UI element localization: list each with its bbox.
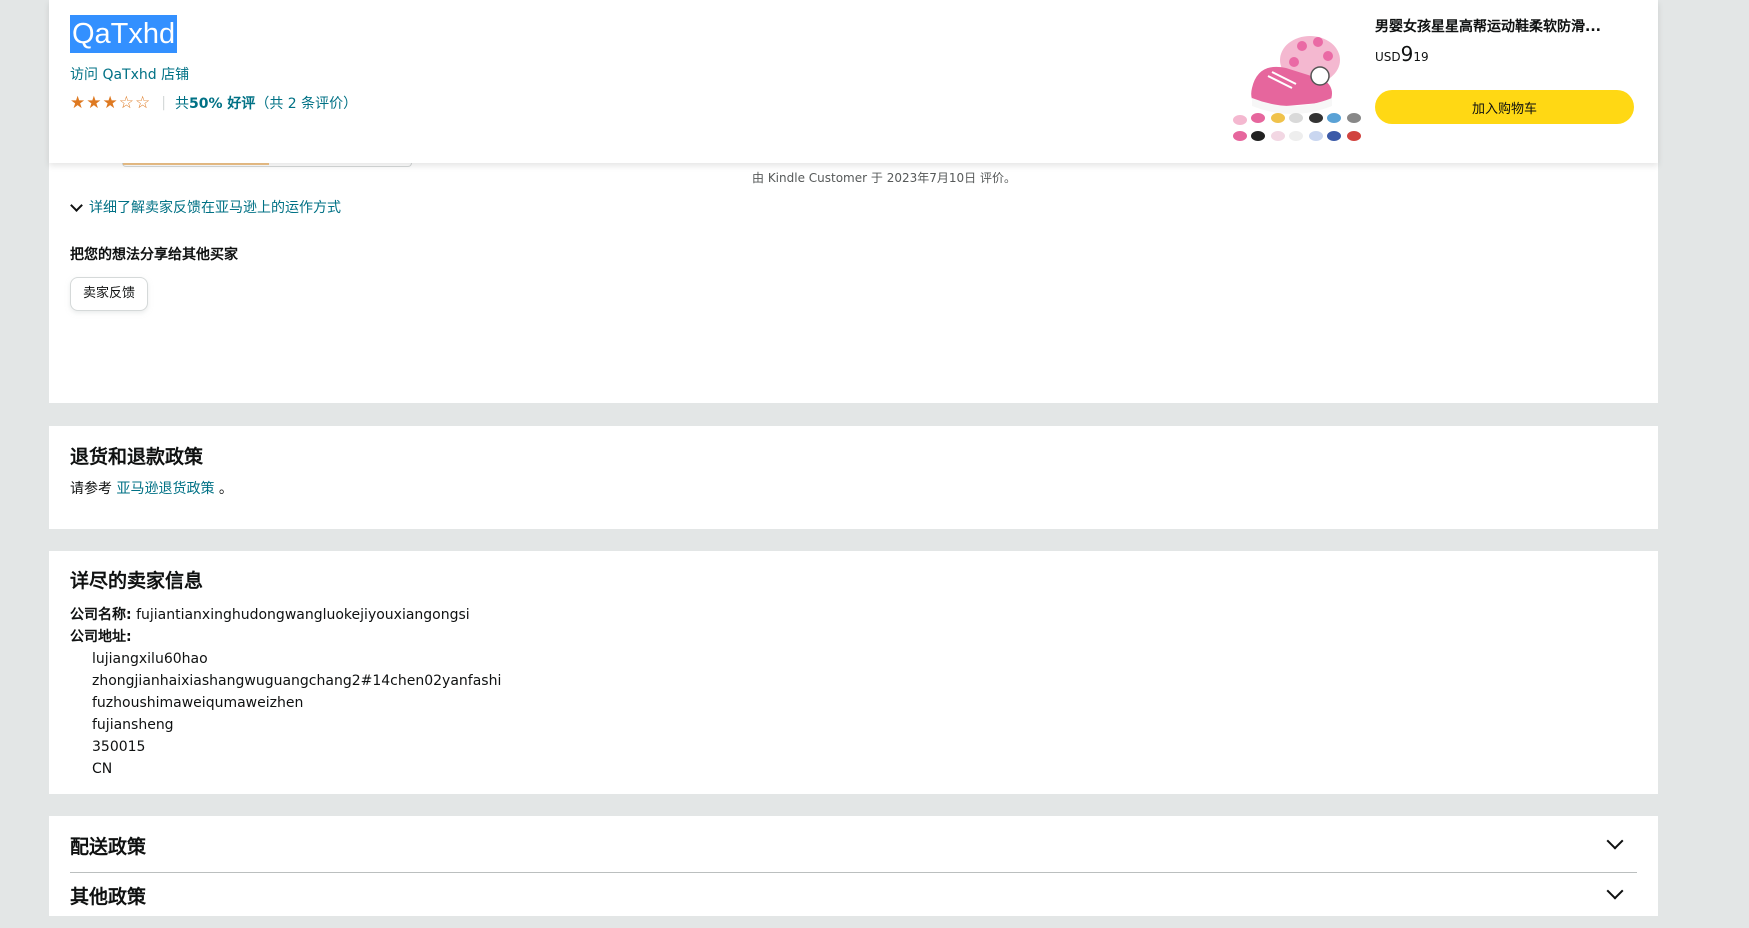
learn-more-expander[interactable]: 详细了解卖家反馈在亚马逊上的运作方式 bbox=[70, 197, 341, 217]
company-address-label: 公司地址: bbox=[70, 629, 132, 645]
seller-rating[interactable]: ★ ★ ★ ☆ ☆ | 共 50% 好评 （共 2 条评价） bbox=[70, 93, 357, 113]
address-line: CN bbox=[92, 761, 113, 777]
star-full-icon: ★ bbox=[102, 92, 118, 113]
shipping-policy-label: 配送政策 bbox=[70, 836, 147, 858]
address-line: lujiangxilu60hao bbox=[92, 651, 208, 667]
star-full-icon: ★ bbox=[86, 92, 102, 113]
address-line: fujiansheng bbox=[92, 717, 174, 733]
sticky-seller-header: QaTxhd 访问 QaTxhd 店铺 ★ ★ ★ ☆ ☆ | 共 50% 好评… bbox=[49, 0, 1658, 163]
price-currency: USD bbox=[1375, 50, 1401, 64]
seller-feedback-button[interactable]: 卖家反馈 bbox=[70, 277, 149, 311]
add-to-cart-button[interactable]: 加入购物车 bbox=[1375, 90, 1634, 124]
chevron-down-icon bbox=[70, 198, 83, 212]
seller-name: QaTxhd bbox=[70, 15, 178, 53]
learn-more-link[interactable]: 详细了解卖家反馈在亚马逊上的运作方式 bbox=[89, 197, 341, 217]
chevron-down-icon bbox=[1606, 882, 1624, 900]
seller-info: 公司名称: fujiantianxinghudongwangluokejiyou… bbox=[70, 604, 501, 780]
policies-card: 配送政策 其他政策 bbox=[49, 816, 1658, 916]
review-byline: 由 Kindle Customer 于 2023年7月10日 评价。 bbox=[752, 171, 1016, 185]
star-empty-icon: ☆ bbox=[118, 92, 134, 113]
shipping-policy-accordion[interactable]: 配送政策 bbox=[70, 816, 1637, 872]
feedback-card: 由 Kindle Customer 于 2023年7月10日 评价。 详细了解卖… bbox=[49, 150, 1658, 403]
price-fraction: 19 bbox=[1413, 50, 1429, 64]
other-policy-accordion[interactable]: 其他政策 bbox=[70, 872, 1637, 928]
rating-prefix[interactable]: 共 bbox=[175, 93, 189, 113]
product-title[interactable]: 男婴女孩星星高帮运动鞋柔软防滑... bbox=[1375, 16, 1637, 36]
company-name-label: 公司名称: bbox=[70, 607, 132, 623]
star-full-icon: ★ bbox=[70, 92, 86, 113]
other-policy-label: 其他政策 bbox=[70, 886, 147, 908]
positive-percent[interactable]: 50% 好评 bbox=[189, 93, 255, 113]
visit-store-link[interactable]: 访问 QaTxhd 店铺 bbox=[70, 64, 189, 84]
returns-heading: 退货和退款政策 bbox=[70, 446, 204, 468]
returns-text-suffix: 。 bbox=[218, 481, 233, 497]
company-name-row: 公司名称: fujiantianxinghudongwangluokejiyou… bbox=[70, 604, 501, 626]
address-line: zhongjianhaixiashangwuguangchang2#14chen… bbox=[92, 673, 502, 689]
rating-count[interactable]: （共 2 条评价） bbox=[255, 93, 357, 113]
price-whole: 9 bbox=[1400, 42, 1414, 66]
share-heading: 把您的想法分享给其他买家 bbox=[70, 247, 238, 263]
product-thumbnail[interactable] bbox=[1232, 18, 1364, 148]
star-empty-icon: ☆ bbox=[135, 92, 151, 113]
company-name-value: fujiantianxinghudongwangluokejiyouxiango… bbox=[136, 607, 470, 623]
product-price: USD919 bbox=[1375, 42, 1429, 66]
seller-details-card: 详尽的卖家信息 公司名称: fujiantianxinghudongwanglu… bbox=[49, 551, 1658, 794]
returns-policy-link[interactable]: 亚马逊退货政策 bbox=[116, 481, 214, 497]
chevron-down-icon bbox=[1606, 832, 1624, 850]
star-rating: ★ ★ ★ ☆ ☆ bbox=[70, 92, 151, 113]
address-line: fuzhoushimaweiqumaweizhen bbox=[92, 695, 304, 711]
returns-text-prefix: 请参考 bbox=[70, 481, 112, 497]
returns-card: 退货和退款政策 请参考 亚马逊退货政策 。 bbox=[49, 426, 1658, 529]
details-heading: 详尽的卖家信息 bbox=[70, 570, 204, 592]
address-line: 350015 bbox=[92, 739, 146, 755]
returns-text: 请参考 亚马逊退货政策 。 bbox=[70, 478, 233, 498]
rating-separator: | bbox=[161, 95, 166, 111]
